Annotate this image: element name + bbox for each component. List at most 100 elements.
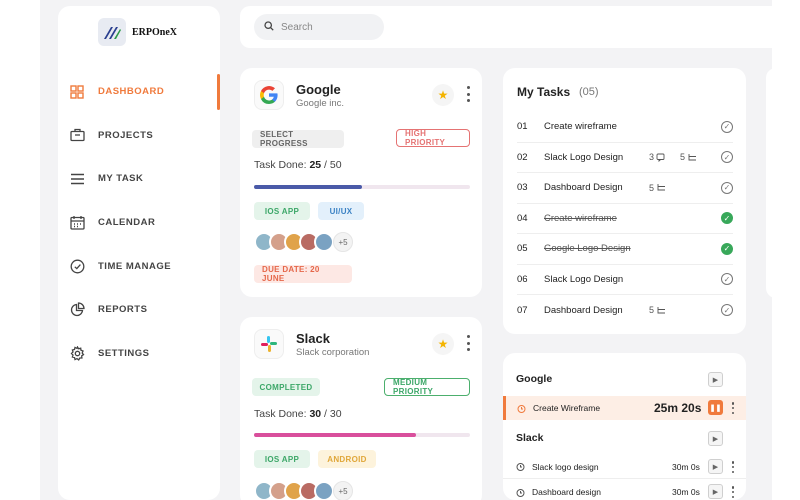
sidebar-nav: DASHBOARD PROJECTS MY TASK CALENDAR TIME… — [58, 70, 220, 375]
more-options-icon[interactable] — [464, 333, 472, 353]
tracker-row[interactable]: Slack logo design 30m 0s ▶ — [503, 455, 746, 479]
tracker-group-name: Slack — [516, 432, 544, 444]
more-options-icon[interactable] — [731, 461, 735, 473]
more-members-count[interactable]: +5 — [333, 481, 353, 500]
sidebar-item-calendar[interactable]: CALENDAR — [58, 201, 220, 245]
briefcase-icon — [69, 127, 85, 143]
task-row[interactable]: 04 Create wireframe ✓ — [517, 204, 733, 234]
sidebar-item-label: DASHBOARD — [98, 86, 165, 98]
check-circle-filled-icon[interactable]: ✓ — [721, 212, 733, 225]
task-name: Google Logo Design — [544, 243, 631, 255]
task-row[interactable]: 07 Dashboard Design 5 ✓ — [517, 295, 733, 326]
member-avatars[interactable]: +5 — [254, 232, 353, 252]
sidebar: ERPOneX DASHBOARD PROJECTS MY TASK CALEN… — [58, 6, 220, 500]
tracker-row-active[interactable]: Create Wireframe 25m 20s ❚❚ — [503, 396, 746, 420]
more-options-icon[interactable] — [731, 402, 735, 414]
task-name: Create wireframe — [544, 121, 617, 133]
favorite-star-icon[interactable]: ★ — [432, 84, 454, 106]
search-input[interactable] — [281, 21, 371, 33]
task-row[interactable]: 02 Slack Logo Design 3 5 ✓ — [517, 143, 733, 173]
check-circle-icon[interactable]: ✓ — [721, 120, 733, 133]
tag-ui-ux: UI/UX — [318, 202, 364, 220]
more-options-icon[interactable] — [464, 84, 472, 104]
check-circle-icon[interactable]: ✓ — [721, 181, 733, 194]
check-circle-icon[interactable]: ✓ — [721, 151, 733, 164]
check-circle-icon[interactable]: ✓ — [721, 273, 733, 286]
task-number: 01 — [517, 121, 528, 133]
tag-android: ANDROID — [318, 450, 376, 468]
priority-badge: MEDIUM PRIORITY — [384, 378, 470, 396]
more-options-icon[interactable] — [731, 486, 735, 498]
status-badge[interactable]: COMPLETED — [252, 378, 320, 396]
avatar — [314, 481, 334, 500]
project-card-slack[interactable]: Slack Slack corporation ★ COMPLETED MEDI… — [240, 317, 482, 500]
app-canvas: ERPOneX DASHBOARD PROJECTS MY TASK CALEN… — [40, 0, 772, 500]
task-number: 07 — [517, 304, 528, 316]
check-circle-filled-icon[interactable]: ✓ — [721, 242, 733, 255]
task-done-separator: / — [321, 408, 330, 420]
comment-count-value: 3 — [649, 152, 655, 163]
clock-icon — [69, 258, 85, 274]
task-number: 04 — [517, 212, 528, 224]
task-name: Slack Logo Design — [544, 151, 624, 163]
sidebar-item-projects[interactable]: PROJECTS — [58, 114, 220, 158]
subtask-icon — [657, 184, 666, 191]
calendar-icon — [69, 215, 85, 231]
sidebar-item-reports[interactable]: REPORTS — [58, 288, 220, 332]
task-row[interactable]: 06 Slack Logo Design ✓ — [517, 265, 733, 295]
task-name: Slack Logo Design — [544, 273, 624, 285]
task-row[interactable]: 05 Google Logo Design ✓ — [517, 234, 733, 265]
sidebar-item-time-manage[interactable]: TIME MANAGE — [58, 244, 220, 288]
project-card-google[interactable]: Google Google inc. ★ SELECT PROGRESS HIG… — [240, 68, 482, 297]
subtask-icon — [688, 153, 697, 161]
task-row[interactable]: 03 Dashboard Design 5 ✓ — [517, 173, 733, 204]
play-icon[interactable]: ▶ — [708, 431, 723, 446]
gear-icon — [69, 345, 85, 361]
avatar — [314, 232, 334, 252]
timer-icon — [517, 404, 526, 413]
play-icon[interactable]: ▶ — [708, 459, 723, 474]
task-done-text: Task Done: 30 / 30 — [254, 408, 342, 420]
top-bar — [240, 6, 772, 48]
task-name: Create wireframe — [544, 212, 617, 224]
brand-logo[interactable]: ERPOneX — [98, 18, 177, 46]
project-name: Google — [296, 82, 341, 97]
status-badge[interactable]: SELECT PROGRESS — [252, 130, 344, 148]
sidebar-item-label: CALENDAR — [98, 217, 156, 229]
tag-ios-app: IOS APP — [254, 202, 310, 220]
member-avatars[interactable]: +5 — [254, 481, 353, 500]
subtask-icon — [657, 306, 666, 314]
more-members-count[interactable]: +5 — [333, 232, 353, 252]
task-number: 05 — [517, 243, 528, 255]
sidebar-item-dashboard[interactable]: DASHBOARD — [58, 70, 220, 114]
task-number: 03 — [517, 182, 528, 194]
search-box[interactable] — [254, 14, 384, 40]
pause-icon[interactable]: ❚❚ — [708, 400, 723, 415]
tracker-row[interactable]: Dashboard design 30m 0s ▶ — [503, 480, 746, 500]
sidebar-item-settings[interactable]: SETTINGS — [58, 332, 220, 376]
play-icon[interactable]: ▶ — [708, 372, 723, 387]
project-company: Slack corporation — [296, 347, 370, 358]
timer-icon — [516, 463, 525, 471]
comment-icon — [656, 153, 665, 162]
time-tracker-card: Google ▶ Create Wireframe 25m 20s ❚❚ Sla… — [503, 353, 746, 500]
check-circle-icon[interactable]: ✓ — [721, 304, 733, 317]
task-done-count: 25 — [309, 159, 322, 171]
sidebar-item-label: MY TASK — [98, 173, 144, 185]
task-total-count: 50 — [329, 159, 342, 171]
subtask-count-value: 5 — [649, 182, 655, 193]
brand-name: ERPOneX — [132, 26, 177, 38]
comment-count: 3 — [649, 152, 665, 162]
slack-logo-icon — [254, 329, 284, 359]
pie-chart-icon — [69, 302, 85, 318]
subtask-count: 5 — [680, 152, 697, 162]
my-tasks-card: My Tasks (05) 01 Create wireframe ✓ 02 S… — [503, 68, 746, 334]
subtask-count: 5 — [649, 183, 666, 193]
progress-bar — [254, 433, 470, 437]
task-row[interactable]: 01 Create wireframe ✓ — [517, 112, 733, 143]
task-done-count: 30 — [309, 408, 322, 420]
favorite-star-icon[interactable]: ★ — [432, 333, 454, 355]
play-icon[interactable]: ▶ — [708, 484, 723, 499]
sidebar-item-my-task[interactable]: MY TASK — [58, 157, 220, 201]
dashboard-grid-icon — [69, 84, 85, 100]
